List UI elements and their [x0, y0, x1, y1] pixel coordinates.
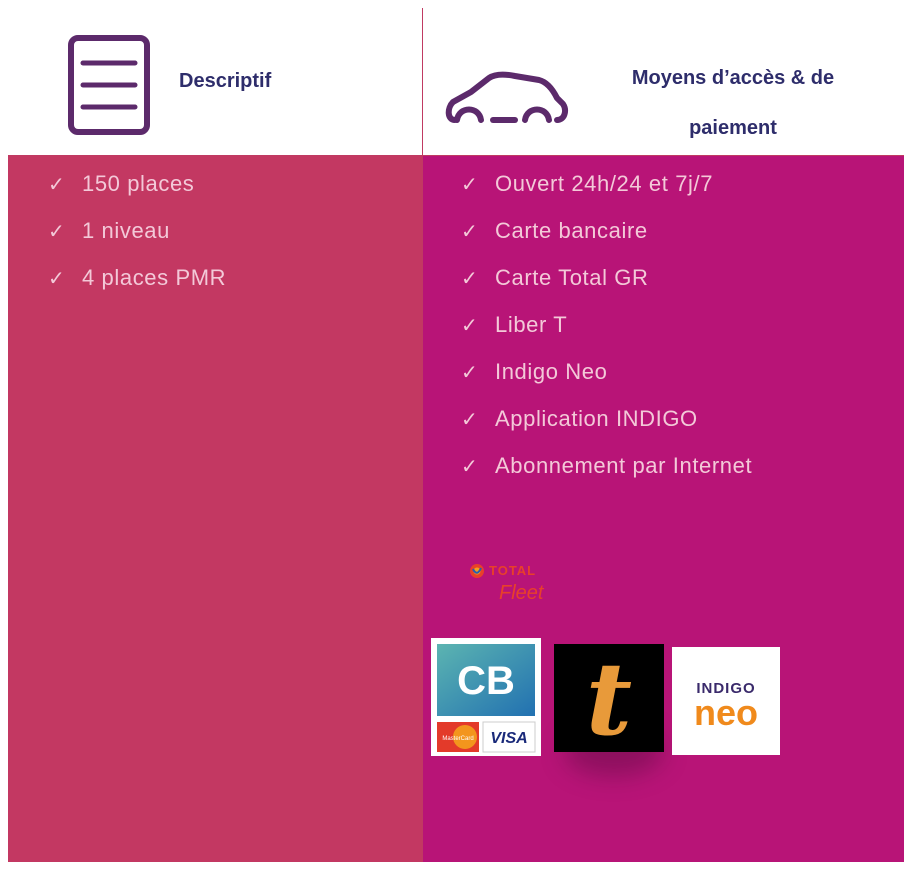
list-item: ✓ Abonnement par Internet [461, 442, 752, 489]
checkmark-icon: ✓ [461, 456, 479, 478]
item-text: Ouvert 24h/24 et 7j/7 [495, 171, 714, 196]
checkmark-icon: ✓ [461, 362, 479, 384]
item-text: Abonnement par Internet [495, 453, 753, 478]
checkmark-icon: ✓ [48, 268, 66, 290]
checkmark-icon: ✓ [461, 174, 479, 196]
info-table: Descriptif Moyens d’accès & de paiement … [8, 8, 904, 872]
liber-t-logo: t [554, 640, 664, 758]
indigo-neo-logo: INDIGO neo [672, 647, 780, 755]
item-text: Application INDIGO [495, 406, 698, 431]
checkmark-icon: ✓ [48, 221, 66, 243]
list-item: ✓ 4 places PMR [48, 254, 226, 301]
descriptif-title: Descriptif [179, 70, 272, 92]
car-icon [445, 71, 568, 123]
item-text: 1 niveau [82, 218, 170, 243]
item-text: 150 places [82, 171, 195, 196]
checkmark-icon: ✓ [461, 409, 479, 431]
item-text: 4 places PMR [82, 265, 227, 290]
list-item: ✓ Carte Total GR [461, 254, 752, 301]
access-payment-title: Moyens d’accès & de paiement [573, 53, 893, 153]
item-text: Liber T [495, 312, 568, 337]
cb-card-logo: CB MasterCard VISA [431, 638, 541, 756]
access-payment-title-line2: paiement [689, 117, 777, 139]
list-item: ✓ Ouvert 24h/24 et 7j/7 [461, 160, 752, 207]
item-text: Carte bancaire [495, 218, 648, 243]
neo-logo-text: neo [694, 692, 758, 733]
visa-text: VISA [490, 730, 527, 747]
total-fleet-logo: TOTAL Fleet [470, 563, 545, 604]
descriptif-list: ✓ 150 places ✓ 1 niveau ✓ 4 places PMR [48, 160, 226, 301]
total-logo-text: TOTAL [489, 563, 536, 578]
access-payment-header: Moyens d’accès & de paiement [423, 8, 904, 155]
list-item: ✓ 1 niveau [48, 207, 226, 254]
checkmark-icon: ✓ [461, 221, 479, 243]
access-payment-column: ✓ Ouvert 24h/24 et 7j/7 ✓ Carte bancaire ✓… [423, 156, 904, 862]
list-item: ✓ Liber T [461, 301, 752, 348]
checkmark-icon: ✓ [461, 268, 479, 290]
cb-mark-text: CB [457, 659, 515, 703]
checkmark-icon: ✓ [461, 315, 479, 337]
access-payment-title-line1: Moyens d’accès & de [631, 67, 835, 89]
list-item: ✓ 150 places [48, 160, 226, 207]
item-text: Indigo Neo [495, 359, 608, 384]
descriptif-header: Descriptif [8, 8, 422, 155]
liber-t-letter: t [586, 644, 632, 752]
descriptif-column: ✓ 150 places ✓ 1 niveau ✓ 4 places PMR [8, 156, 422, 862]
mastercard-text: MasterCard [442, 736, 473, 742]
list-item: ✓ Carte bancaire [461, 207, 752, 254]
item-text: Carte Total GR [495, 265, 649, 290]
checkmark-icon: ✓ [48, 174, 66, 196]
list-item: ✓ Application INDIGO [461, 395, 752, 442]
fleet-logo-text: Fleet [499, 582, 545, 604]
list-item: ✓ Indigo Neo [461, 348, 752, 395]
access-payment-list: ✓ Ouvert 24h/24 et 7j/7 ✓ Carte bancaire ✓… [461, 160, 752, 489]
document-icon [68, 35, 150, 135]
